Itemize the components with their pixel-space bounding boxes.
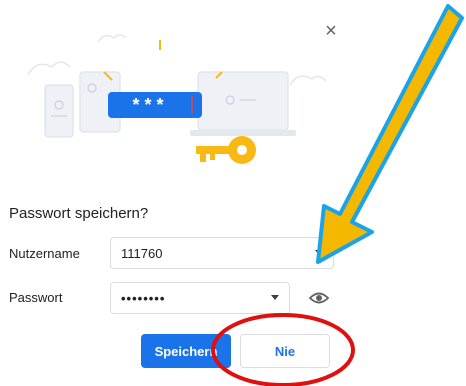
never-button[interactable]: Nie bbox=[240, 334, 330, 368]
chevron-down-icon[interactable] bbox=[315, 250, 323, 255]
chevron-down-icon[interactable] bbox=[271, 295, 279, 300]
password-value: •••••••• bbox=[121, 290, 166, 306]
save-button[interactable]: Speichern bbox=[141, 334, 231, 368]
username-value: 111760 bbox=[121, 245, 163, 261]
username-label: Nutzername bbox=[9, 246, 80, 261]
password-illustration: * * * bbox=[27, 34, 327, 164]
masked-password-text: * * * bbox=[132, 95, 163, 115]
dialog-title: Passwort speichern? bbox=[9, 205, 149, 222]
password-label: Passwort bbox=[9, 290, 63, 305]
key-icon bbox=[196, 136, 256, 164]
save-password-dialog: × * * * Passwort speichern? Nutzername 1… bbox=[0, 0, 466, 386]
eye-icon[interactable] bbox=[308, 288, 330, 308]
password-field[interactable]: •••••••• bbox=[110, 282, 290, 314]
username-field[interactable]: 111760 bbox=[110, 237, 334, 269]
